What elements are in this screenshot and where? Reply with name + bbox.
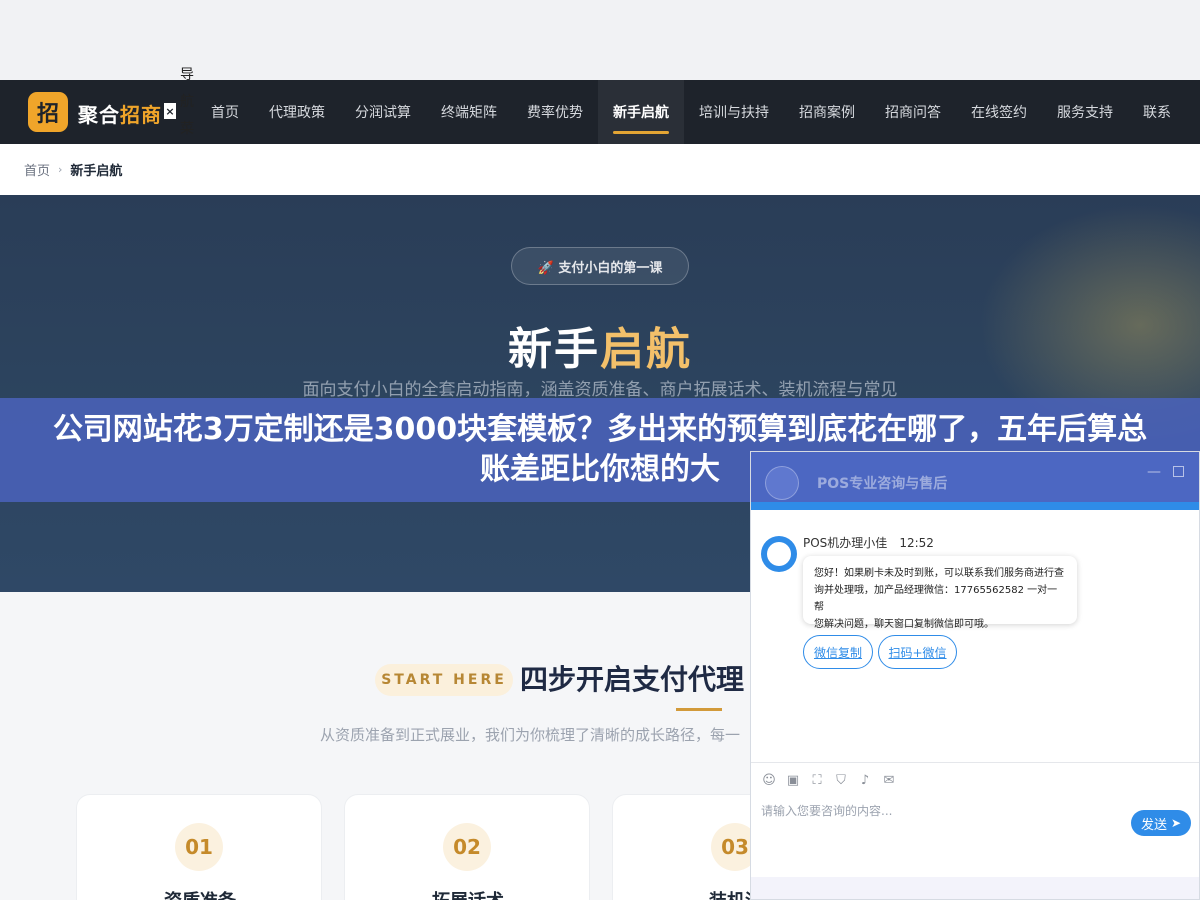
chat-header-avatar (765, 466, 799, 500)
step-number: 02 (443, 823, 491, 871)
hero-title: 新手启航 (0, 313, 1200, 377)
agent-face-icon (767, 542, 791, 566)
nav-menu-char: 导 (180, 67, 194, 83)
nav-item-home[interactable]: 首页 (196, 80, 254, 144)
nav-item-agent-policy[interactable]: 代理政策 (254, 80, 340, 144)
message-line: 您解决问题，聊天窗口复制微信即可哦。 (814, 619, 994, 630)
hero-title-accent: 启航 (600, 324, 692, 375)
logo-text[interactable]: 聚合招商 (78, 99, 162, 128)
agent-name-line: POS机办理小佳 12:52 (803, 534, 934, 551)
minimize-icon[interactable]: — (1147, 464, 1161, 480)
step-title: 拓展话术 (345, 887, 591, 900)
chat-input[interactable]: 请输入您要咨询的内容... (761, 802, 892, 819)
volume-icon[interactable]: ♪ (857, 772, 873, 788)
nav-menu-char: 菜 (180, 121, 194, 137)
nav-item-online-sign[interactable]: 在线签约 (956, 80, 1042, 144)
image-icon[interactable]: ▣ (785, 772, 801, 788)
nav-item-beginner-guide[interactable]: 新手启航 (598, 80, 684, 144)
nav-item-service[interactable]: 服务支持 (1042, 80, 1128, 144)
agent-avatar (761, 536, 797, 572)
nav-items: 首页 代理政策 分润试算 终端矩阵 费率优势 新手启航 培训与扶持 招商案例 招… (196, 80, 1186, 144)
close-icon[interactable]: × (164, 103, 176, 119)
nav-item-terminal-matrix[interactable]: 终端矩阵 (426, 80, 512, 144)
chat-header-bar (751, 502, 1199, 510)
step-title: 资质准备 (77, 887, 323, 900)
breadcrumb-separator: › (58, 163, 63, 176)
breadcrumb-current: 新手启航 (70, 164, 123, 179)
nav-menu-char: 航 (180, 94, 194, 110)
hero-subtitle: 面向支付小白的全套启动指南，涵盖资质准备、商户拓展话术、装机流程与常见 (302, 380, 898, 400)
chat-divider (751, 762, 1199, 763)
step-number: 01 (175, 823, 223, 871)
step-card[interactable]: 01 资质准备 (76, 794, 322, 900)
start-here-tag: START HERE (375, 664, 513, 696)
step-card[interactable]: 02 拓展话术 (344, 794, 590, 900)
nav-item-cases[interactable]: 招商案例 (784, 80, 870, 144)
hero-title-main: 新手 (508, 324, 600, 375)
chat-title: POS专业咨询与售后 (817, 476, 948, 492)
logo-text-main: 聚合 (78, 103, 120, 127)
emoji-icon[interactable]: ☺ (761, 772, 777, 788)
nav-item-profit-calc[interactable]: 分润试算 (340, 80, 426, 144)
breadcrumb-home[interactable]: 首页 (24, 160, 50, 179)
steps-subtitle: 从资质准备到正式展业，我们为你梳理了清晰的成长路径，每一 (320, 726, 741, 744)
send-label: 发送 (1140, 817, 1167, 833)
breadcrumb: 首页 › 新手启航 (0, 144, 1200, 195)
agent-name: POS机办理小佳 (803, 536, 888, 550)
chat-toolbar: ☺ ▣ ⛶ ⛉ ♪ ✉ (761, 772, 905, 788)
maximize-icon[interactable] (1173, 466, 1184, 477)
send-arrow-icon: ➤ (1170, 816, 1182, 830)
message-time: 12:52 (899, 536, 934, 550)
message-bubble: 您好！如果刷卡未及时到账，可以联系我们服务商进行查 询并处理哦，加产品经理微信：… (803, 556, 1077, 630)
scan-wechat-button[interactable]: 扫码+微信 (878, 635, 957, 669)
nav-item-rate-advantage[interactable]: 费率优势 (512, 80, 598, 144)
copy-wechat-button[interactable]: 微信复制 (803, 635, 873, 669)
nav-item-training[interactable]: 培训与扶持 (684, 80, 784, 144)
message-line: 询并处理哦，加产品经理微信：17765562582 一对一帮 (814, 585, 1058, 613)
steps-title-underline (676, 708, 722, 711)
logo-text-accent: 招商 (120, 103, 162, 127)
logo-mark[interactable]: 招 (28, 92, 68, 132)
send-button[interactable]: 发送 ➤ (1131, 810, 1191, 836)
nav-item-contact[interactable]: 联系 (1128, 80, 1186, 144)
chat-footer (751, 877, 1199, 899)
crop-icon[interactable]: ⛶ (809, 772, 825, 788)
steps-title: 四步开启支付代理 (520, 663, 745, 696)
wechat-icon[interactable]: ✉ (881, 772, 897, 788)
nav-item-faq[interactable]: 招商问答 (870, 80, 956, 144)
shield-icon[interactable]: ⛉ (833, 772, 849, 788)
hero-pill: 🚀 支付小白的第一课 (511, 247, 689, 285)
message-line: 您好！如果刷卡未及时到账，可以联系我们服务商进行查 (814, 568, 1064, 579)
chat-widget: POS专业咨询与售后 — POS机办理小佳 12:52 您好！如果刷卡未及时到账，… (750, 451, 1200, 900)
